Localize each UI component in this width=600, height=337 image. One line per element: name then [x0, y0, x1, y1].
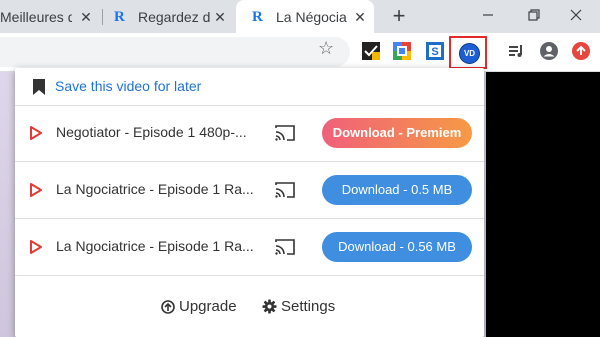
download-premium-button[interactable]: Download - Premiem: [322, 118, 472, 148]
account-icon[interactable]: [540, 42, 558, 60]
cast-icon[interactable]: [275, 124, 295, 142]
video-downloader-popup: Save this video for later Negotiator - E…: [15, 68, 484, 337]
svg-text:S: S: [431, 46, 438, 58]
play-icon[interactable]: [29, 239, 43, 255]
close-tab-icon[interactable]: ✕: [352, 9, 368, 25]
video-downloader-icon[interactable]: VD: [459, 43, 480, 64]
address-bar[interactable]: [0, 37, 350, 67]
cast-icon[interactable]: [275, 238, 295, 256]
save-for-later-row[interactable]: Save this video for later: [15, 68, 484, 106]
close-window-button[interactable]: [552, 0, 600, 30]
save-for-later-link[interactable]: Save this video for later: [55, 78, 201, 94]
media-playlist-icon[interactable]: [507, 42, 525, 60]
video-list-item: La Ngociatrice - Episode 1 Ra... Downloa…: [15, 219, 484, 276]
r-favicon-icon: R: [252, 8, 263, 25]
tab-divider: [102, 9, 103, 25]
checkmark-extension-icon[interactable]: [362, 42, 380, 60]
gear-icon: [262, 299, 277, 314]
video-player-area[interactable]: [486, 72, 600, 337]
bookmark-star-icon[interactable]: ☆: [318, 38, 334, 59]
play-icon[interactable]: [29, 182, 43, 198]
settings-button[interactable]: Settings: [262, 298, 335, 315]
video-title: La Ngociatrice - Episode 1 Ra...: [56, 238, 254, 254]
download-0-5mb-button[interactable]: Download - 0.5 MB: [322, 175, 472, 205]
s-extension-icon[interactable]: S: [426, 42, 444, 60]
settings-label: Settings: [281, 298, 336, 315]
tab-regardez[interactable]: R Regardez d ✕: [106, 0, 234, 33]
upgrade-arrow-icon: [161, 299, 175, 314]
upgrade-button[interactable]: Upgrade: [161, 298, 237, 315]
popup-footer: Upgrade Settings: [15, 284, 484, 337]
close-tab-icon[interactable]: ✕: [212, 9, 228, 25]
new-tab-button[interactable]: +: [387, 4, 411, 28]
video-list-item: La Ngociatrice - Episode 1 Ra... Downloa…: [15, 162, 484, 219]
download-0-56mb-button[interactable]: Download - 0.56 MB: [322, 232, 472, 262]
video-list-item: Negotiator - Episode 1 480p-... Download…: [15, 105, 484, 162]
play-icon[interactable]: [29, 125, 43, 141]
extension-highlight-box: VD: [449, 36, 487, 69]
cast-icon[interactable]: [275, 181, 295, 199]
restore-icon: [528, 9, 540, 21]
tab-label: Meilleures d: [0, 8, 72, 25]
r-favicon-icon: R: [114, 8, 125, 25]
upgrade-label: Upgrade: [179, 298, 237, 315]
tab-strip: Meilleures d ✕ R Regardez d ✕ R La Négoc…: [0, 0, 600, 33]
tab-label: Regardez d: [138, 8, 211, 25]
browser-toolbar: ☆ S VD: [0, 33, 600, 72]
minimize-icon: [483, 14, 493, 16]
video-title: La Ngociatrice - Episode 1 Ra...: [56, 181, 254, 197]
minimize-button[interactable]: [464, 0, 512, 30]
video-title: Negotiator - Episode 1 480p-...: [56, 124, 247, 140]
google-translate-icon[interactable]: [393, 42, 411, 60]
bookmark-icon: [33, 79, 45, 95]
close-tab-icon[interactable]: ✕: [78, 9, 94, 25]
tab-meilleures[interactable]: Meilleures d ✕: [0, 0, 100, 33]
restore-button[interactable]: [510, 0, 558, 30]
tab-label: La Négocia: [276, 8, 347, 25]
tab-la-negociatrice[interactable]: R La Négocia ✕: [236, 0, 374, 33]
close-icon: [570, 9, 582, 21]
update-available-icon[interactable]: [572, 42, 590, 60]
